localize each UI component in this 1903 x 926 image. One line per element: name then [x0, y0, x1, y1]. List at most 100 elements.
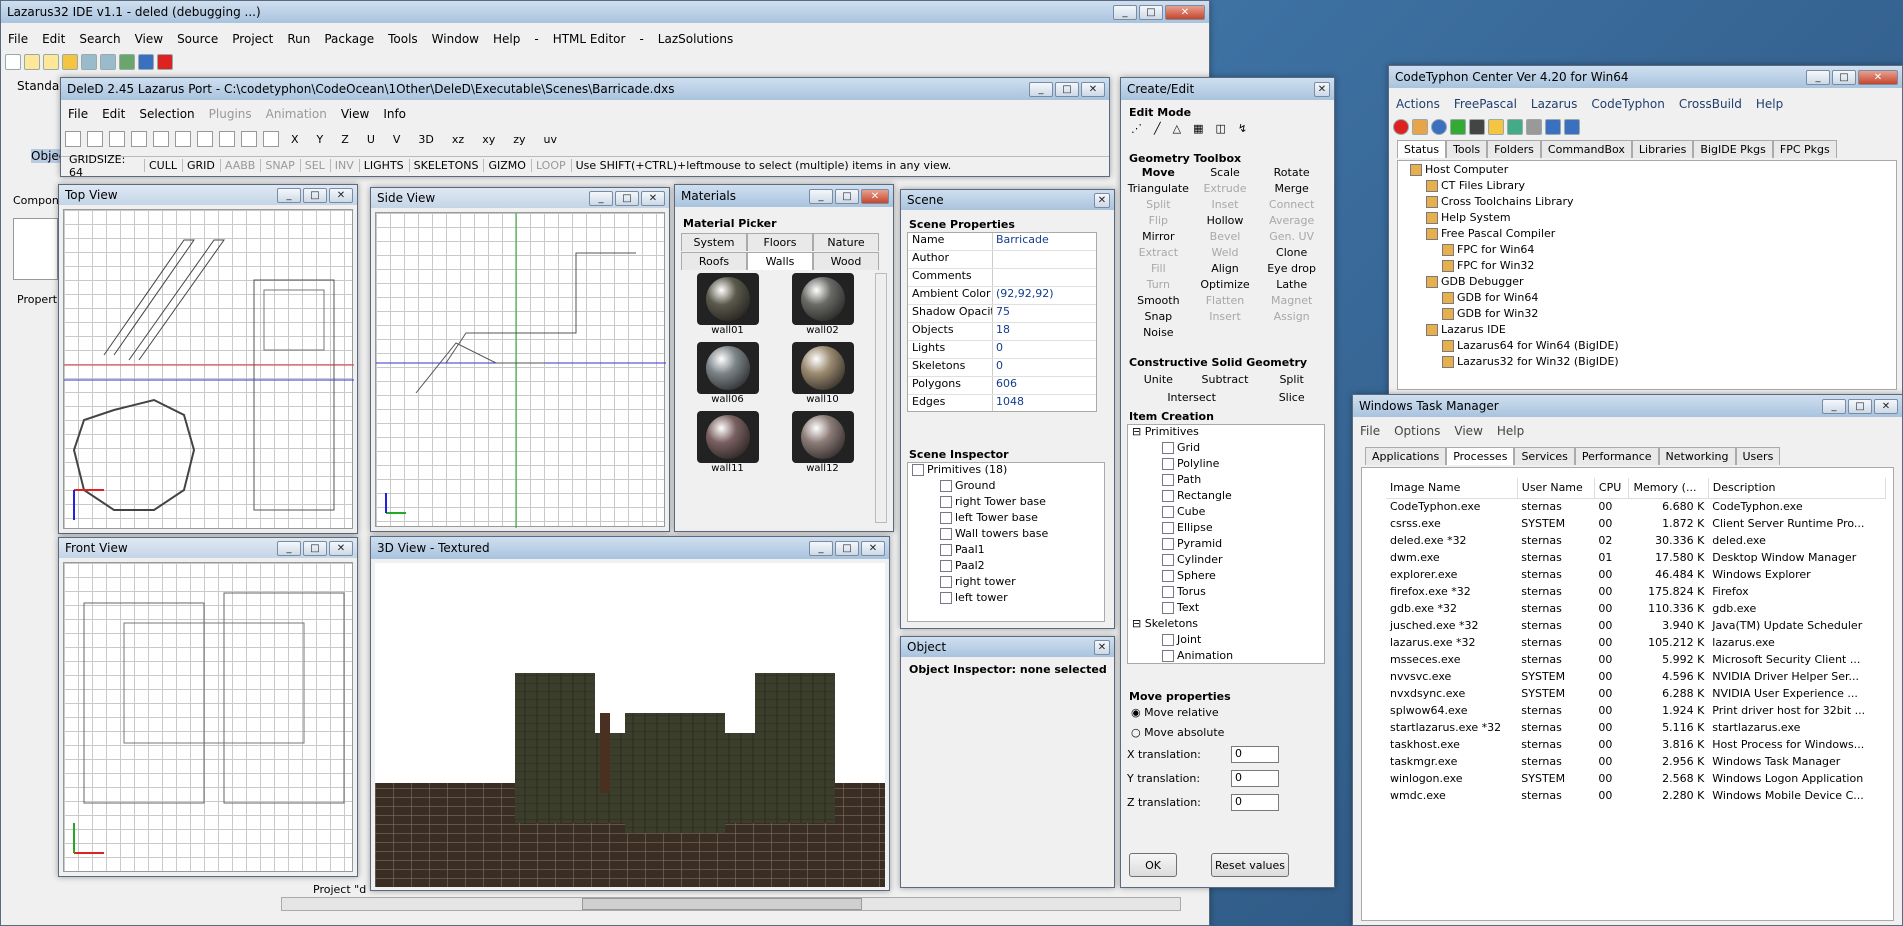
axis-button[interactable]: X	[285, 133, 305, 146]
scene-titlebar[interactable]: Scene ✕	[901, 190, 1114, 210]
ctc-tree-item[interactable]: FPC for Win64	[1410, 243, 1896, 259]
close-icon[interactable]: ✕	[1081, 81, 1105, 97]
material-tab[interactable]: Walls	[747, 252, 813, 270]
x-translation-input[interactable]: 0	[1231, 746, 1279, 763]
tool-triangulate[interactable]: Triangulate	[1125, 182, 1192, 196]
menu-item[interactable]: Window	[425, 32, 486, 46]
top-view-titlebar[interactable]: Top View _ □ ✕	[59, 185, 357, 205]
tool-rotate[interactable]: Rotate	[1258, 166, 1325, 180]
new-file-icon[interactable]	[5, 54, 21, 70]
face-mode-icon[interactable]: △	[1173, 122, 1181, 135]
tool-icon[interactable]	[241, 131, 257, 147]
table-row[interactable]: startlazarus.exe *32 sternas 00 5.116 K star…	[1386, 719, 1886, 736]
primitive-item[interactable]: Polyline	[1132, 457, 1324, 473]
table-row[interactable]: taskhost.exe sternas 00 3.816 K Host Process…	[1386, 736, 1886, 753]
scene-tree-item[interactable]: right tower	[912, 575, 1104, 591]
primitive-item[interactable]: Pyramid	[1132, 537, 1324, 553]
create-edit-titlebar[interactable]: Create/Edit ✕	[1121, 78, 1334, 100]
taskmgr-tab[interactable]: Processes	[1446, 447, 1515, 465]
side-view-titlebar[interactable]: Side View _ □ ✕	[371, 188, 669, 208]
ctc-tree-item[interactable]: GDB Debugger	[1410, 275, 1896, 291]
ctc-tab[interactable]: BigIDE Pkgs	[1693, 140, 1773, 158]
status-toggle[interactable]: INV	[329, 159, 354, 172]
win32-icon[interactable]	[1564, 119, 1580, 135]
table-row[interactable]: winlogon.exe SYSTEM 00 2.568 K Windows Logon…	[1386, 770, 1886, 787]
tool-merge[interactable]: Merge	[1258, 182, 1325, 196]
column-header[interactable]: Memory (...	[1628, 478, 1709, 498]
csg-slice[interactable]: Slice	[1258, 390, 1325, 406]
taskmgr-tab[interactable]: Services	[1514, 447, 1575, 465]
status-toggle[interactable]: LOOP	[530, 159, 566, 172]
ctc-tree-item[interactable]: Cross Toolchains Library	[1410, 195, 1896, 211]
property-value[interactable]: 606	[993, 377, 1096, 394]
scene-property-row[interactable]: Skeletons 0	[908, 359, 1096, 377]
menu-item[interactable]: Lazarus	[1524, 97, 1584, 111]
scene-property-row[interactable]: Name Barricade	[908, 233, 1096, 251]
skeleton-item[interactable]: Animation	[1132, 649, 1324, 663]
tool-scale[interactable]: Scale	[1192, 166, 1259, 180]
status-toggle[interactable]: GIZMO	[483, 159, 526, 172]
material-tab[interactable]: Nature	[813, 233, 879, 251]
maximize-icon[interactable]: □	[1139, 4, 1163, 20]
menu-item[interactable]: Edit	[35, 32, 72, 46]
scene-tree-item[interactable]: Paal1	[912, 543, 1104, 559]
scene-property-row[interactable]: Ambient Color (92,92,92)	[908, 287, 1096, 305]
vertex-mode-icon[interactable]: ⋰	[1131, 122, 1142, 135]
z-translation-input[interactable]: 0	[1231, 794, 1279, 811]
primitive-item[interactable]: Cube	[1132, 505, 1324, 521]
taskmgr-tab[interactable]: Applications	[1365, 447, 1447, 465]
status-toggle[interactable]: SKELETONS	[408, 159, 478, 172]
menu-item[interactable]: Help	[486, 32, 527, 46]
menu-item[interactable]: Help	[1749, 97, 1790, 111]
table-row[interactable]: wmdc.exe sternas 00 2.280 K Windows Mobile D…	[1386, 787, 1886, 804]
menu-item[interactable]: CrossBuild	[1672, 97, 1749, 111]
axis-button[interactable]: U	[361, 133, 381, 146]
minimize-icon[interactable]: _	[1029, 81, 1053, 97]
tool-align[interactable]: Align	[1192, 262, 1259, 276]
material-item[interactable]: wall10	[780, 342, 865, 405]
table-row[interactable]: msseces.exe sternas 00 5.992 K Microsoft Sec…	[1386, 651, 1886, 668]
menu-item[interactable]: FreePascal	[1447, 97, 1524, 111]
primitives-node[interactable]: ⊟ Primitives	[1132, 425, 1324, 441]
tool-icon[interactable]	[263, 131, 279, 147]
expand-icon[interactable]: ⊟	[1132, 425, 1145, 438]
scene-property-row[interactable]: Objects 18	[908, 323, 1096, 341]
pause-icon[interactable]	[138, 54, 154, 70]
deled-titlebar[interactable]: DeleD 2.45 Lazarus Port - C:\codetyphon\…	[61, 78, 1109, 100]
close-icon[interactable]: ✕	[1165, 4, 1205, 20]
tool-icon[interactable]	[65, 131, 81, 147]
side-view-canvas[interactable]	[375, 212, 666, 528]
table-row[interactable]: taskmgr.exe sternas 00 2.956 K Windows Task …	[1386, 753, 1886, 770]
ctc-tree-item[interactable]: Free Pascal Compiler	[1410, 227, 1896, 243]
scene-property-row[interactable]: Polygons 606	[908, 377, 1096, 395]
front-view-canvas[interactable]	[63, 562, 353, 872]
ctc-tree-item[interactable]: Lazarus IDE	[1410, 323, 1896, 339]
ctc-tree-item[interactable]: Host Computer	[1410, 163, 1896, 179]
table-row[interactable]: gdb.exe *32 sternas 00 110.336 K gdb.exe	[1386, 600, 1886, 617]
ctc-tree-item[interactable]: Lazarus64 for Win64 (BigIDE)	[1410, 339, 1896, 355]
save-icon[interactable]	[81, 54, 97, 70]
download-icon[interactable]	[1412, 119, 1428, 135]
ok-button[interactable]: OK	[1129, 853, 1177, 877]
table-row[interactable]: csrss.exe SYSTEM 00 1.872 K Client Server Ru…	[1386, 515, 1886, 532]
property-value[interactable]: 0	[993, 341, 1096, 358]
pivot-mode-icon[interactable]: ↯	[1238, 122, 1247, 135]
3d-viewport[interactable]	[375, 563, 885, 887]
win64-icon[interactable]	[1545, 119, 1561, 135]
csg-subtract[interactable]: Subtract	[1192, 372, 1259, 388]
run-icon[interactable]	[119, 54, 135, 70]
primitive-item[interactable]: Text	[1132, 601, 1324, 617]
tool-icon[interactable]	[219, 131, 235, 147]
maximize-icon[interactable]: □	[615, 190, 639, 206]
tool-snap[interactable]: Snap	[1125, 310, 1192, 324]
column-header[interactable]: CPU	[1594, 478, 1630, 498]
refresh-icon[interactable]	[1450, 119, 1466, 135]
material-item[interactable]: wall02	[780, 273, 865, 336]
tool-hollow[interactable]: Hollow	[1192, 214, 1259, 228]
maximize-icon[interactable]: □	[835, 540, 859, 556]
scene-tree-item[interactable]: left tower	[912, 591, 1104, 607]
tool-icon[interactable]	[153, 131, 169, 147]
build-icon[interactable]	[1507, 119, 1523, 135]
menu-item[interactable]: File	[1, 32, 35, 46]
material-item[interactable]: wall11	[685, 411, 770, 474]
